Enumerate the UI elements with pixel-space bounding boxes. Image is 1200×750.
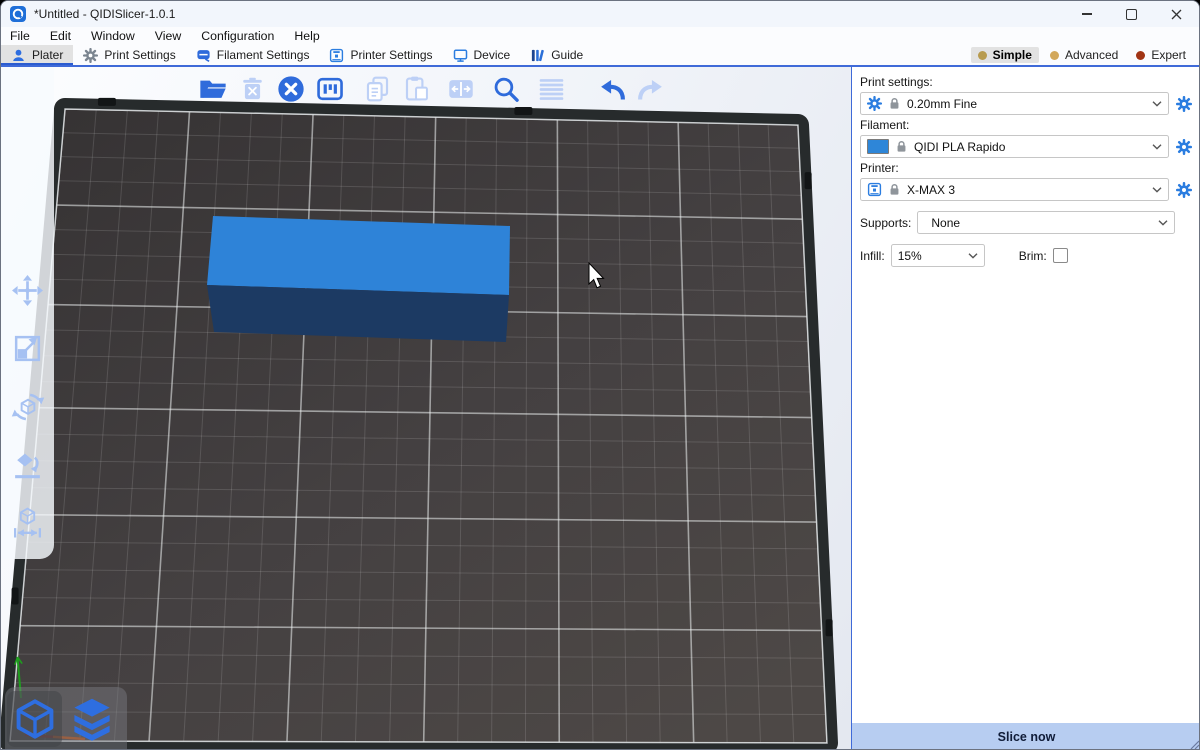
minimize-button[interactable] xyxy=(1064,1,1109,27)
slice-now-button[interactable]: Slice now xyxy=(852,723,1200,750)
infill-select[interactable]: 15% xyxy=(891,244,985,267)
close-button[interactable] xyxy=(1154,1,1199,27)
app-window: *Untitled - QIDISlicer-1.0.1 File Edit W… xyxy=(0,0,1200,750)
mode-advanced[interactable]: Advanced xyxy=(1043,47,1125,63)
editor-3d-view-icon[interactable] xyxy=(7,691,62,747)
chevron-down-icon xyxy=(1152,187,1162,193)
brim-checkbox[interactable] xyxy=(1053,248,1068,263)
guide-icon xyxy=(530,48,545,63)
lock-icon xyxy=(889,97,900,110)
edit-print-settings-button[interactable] xyxy=(1175,96,1193,112)
expert-mode-dot-icon xyxy=(1136,51,1145,60)
title-bar: *Untitled - QIDISlicer-1.0.1 xyxy=(1,1,1199,27)
menu-edit[interactable]: Edit xyxy=(40,27,81,45)
supports-label: Supports: xyxy=(860,216,911,230)
filament-label: Filament: xyxy=(860,118,1193,132)
mode-selector: Simple Advanced Expert xyxy=(971,47,1193,63)
search-icon[interactable] xyxy=(491,72,521,106)
preview-layers-icon[interactable] xyxy=(64,691,119,747)
print-settings-select[interactable]: 0.20mm Fine xyxy=(860,92,1169,115)
main-toolbar xyxy=(198,71,666,107)
tab-bar: Plater Print Settings Filament Settings … xyxy=(1,45,1199,67)
sidebar: Print settings: 0.20mm Fine Filament: QI… xyxy=(851,67,1200,750)
measure-gizmo-icon[interactable] xyxy=(10,505,45,540)
arrange-icon[interactable] xyxy=(315,72,345,106)
plater-icon xyxy=(11,48,26,63)
menu-help[interactable]: Help xyxy=(284,27,329,45)
chevron-down-icon xyxy=(968,253,978,259)
lock-icon xyxy=(896,140,907,153)
menu-configuration[interactable]: Configuration xyxy=(191,27,284,45)
place-on-face-gizmo-icon[interactable] xyxy=(10,447,45,482)
move-gizmo-icon[interactable] xyxy=(10,273,45,308)
menu-window[interactable]: Window xyxy=(81,27,145,45)
app-logo-icon xyxy=(10,6,26,22)
print-settings-icon xyxy=(83,48,98,63)
rotate-gizmo-icon[interactable] xyxy=(10,389,45,424)
gear-icon xyxy=(867,96,882,111)
scene-overlay xyxy=(1,67,851,750)
infill-label: Infill: xyxy=(860,249,885,263)
menu-view[interactable]: View xyxy=(145,27,191,45)
tab-guide[interactable]: Guide xyxy=(520,45,593,65)
minimize-icon xyxy=(1082,13,1092,14)
gizmo-toolbar xyxy=(1,67,54,559)
open-project-icon[interactable] xyxy=(198,72,228,106)
printer-icon xyxy=(329,48,344,63)
maximize-icon xyxy=(1126,9,1137,20)
redo-icon[interactable] xyxy=(636,72,666,106)
printer-select[interactable]: X-MAX 3 xyxy=(860,178,1169,201)
view-switch xyxy=(5,687,127,750)
chevron-down-icon xyxy=(1152,144,1162,150)
delete-all-icon[interactable] xyxy=(276,72,306,106)
tab-print-settings[interactable]: Print Settings xyxy=(73,45,185,65)
mode-expert[interactable]: Expert xyxy=(1129,47,1193,63)
model-box-front-face[interactable] xyxy=(207,285,509,342)
split-objects-icon[interactable] xyxy=(446,72,476,106)
tab-printer-settings[interactable]: Printer Settings xyxy=(319,45,442,65)
close-icon xyxy=(1171,9,1182,20)
filament-color-swatch xyxy=(867,139,889,154)
simple-mode-dot-icon xyxy=(978,51,987,60)
undo-icon[interactable] xyxy=(597,72,627,106)
menu-file[interactable]: File xyxy=(1,27,40,45)
paste-icon[interactable] xyxy=(401,72,431,106)
printer-icon xyxy=(867,182,882,197)
tab-plater[interactable]: Plater xyxy=(1,45,73,65)
filament-select[interactable]: QIDI PLA Rapido xyxy=(860,135,1169,158)
tab-filament-settings[interactable]: Filament Settings xyxy=(186,45,320,65)
maximize-button[interactable] xyxy=(1109,1,1154,27)
delete-icon[interactable] xyxy=(237,72,267,106)
viewport-3d[interactable] xyxy=(1,67,851,750)
edit-printer-button[interactable] xyxy=(1175,182,1193,198)
device-icon xyxy=(453,48,468,63)
scale-gizmo-icon[interactable] xyxy=(10,331,45,366)
lock-icon xyxy=(889,183,900,196)
chevron-down-icon xyxy=(1152,101,1162,107)
mouse-cursor xyxy=(589,263,604,288)
supports-select[interactable]: None xyxy=(917,211,1175,234)
edit-filament-button[interactable] xyxy=(1175,139,1193,155)
variable-layer-height-icon[interactable] xyxy=(536,72,566,106)
chevron-down-icon xyxy=(1158,220,1168,226)
advanced-mode-dot-icon xyxy=(1050,51,1059,60)
window-title: *Untitled - QIDISlicer-1.0.1 xyxy=(34,7,175,21)
print-settings-label: Print settings: xyxy=(860,75,1193,89)
copy-icon[interactable] xyxy=(362,72,392,106)
tab-device[interactable]: Device xyxy=(443,45,521,65)
model-box-top-face[interactable] xyxy=(207,216,510,295)
resize-grip-icon[interactable] xyxy=(1188,738,1200,750)
brim-label: Brim: xyxy=(1019,249,1047,263)
filament-icon xyxy=(196,48,211,63)
menu-bar: File Edit Window View Configuration Help xyxy=(1,27,1199,45)
printer-label: Printer: xyxy=(860,161,1193,175)
mode-simple[interactable]: Simple xyxy=(971,47,1039,63)
